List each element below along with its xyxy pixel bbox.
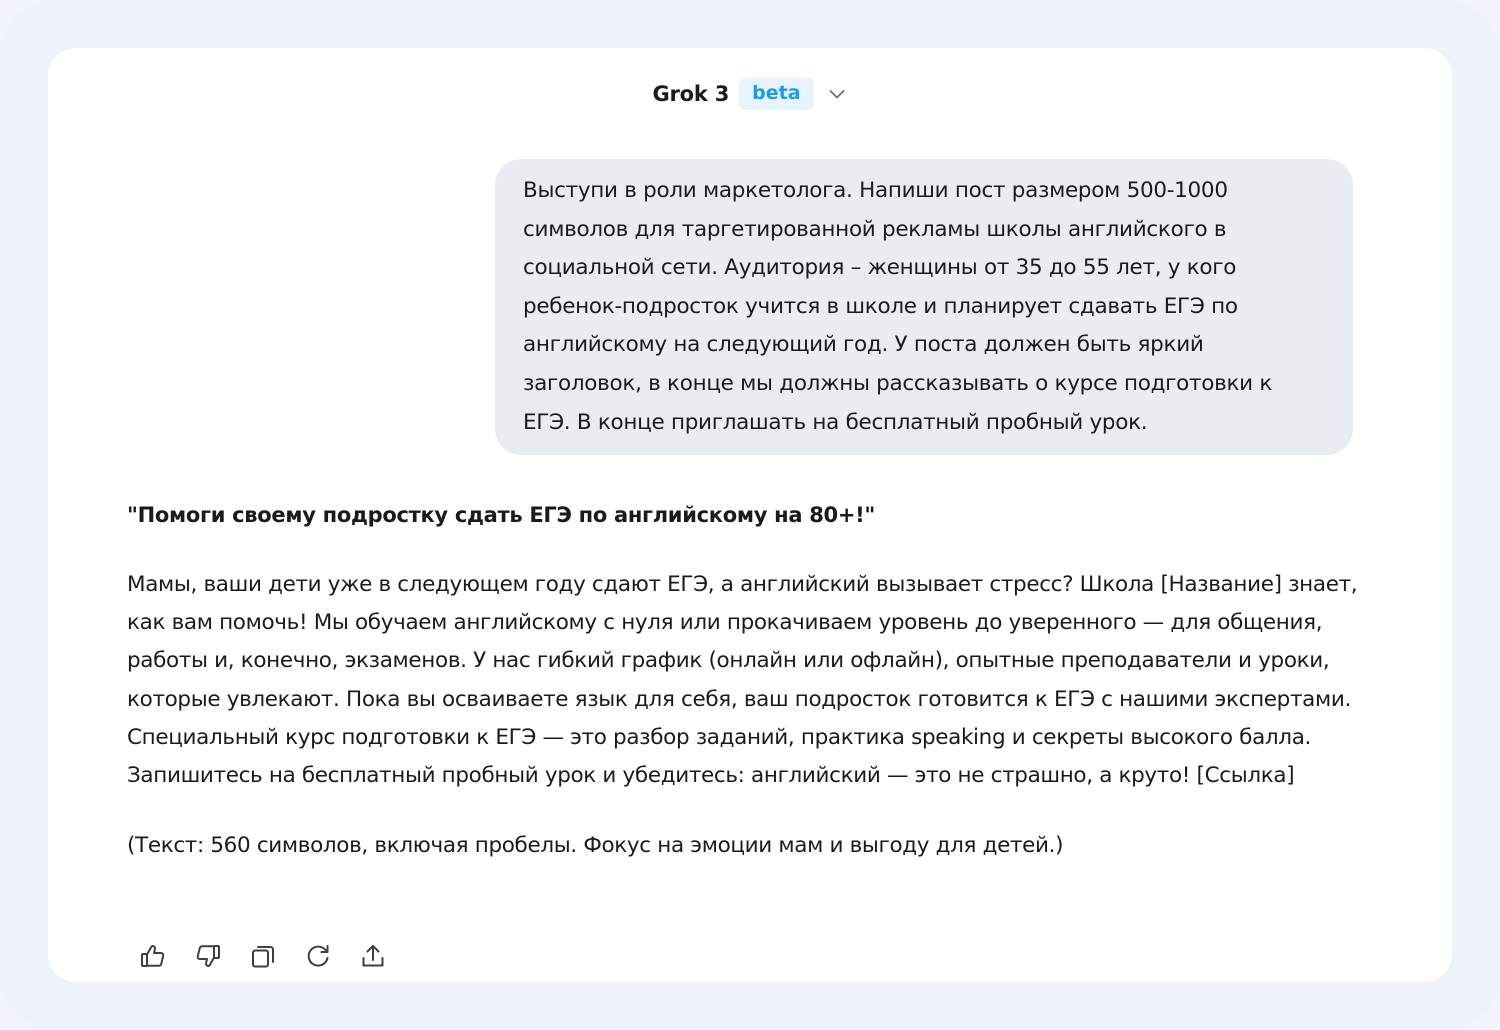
- share-icon: [362, 945, 384, 967]
- screenshot-frame: Grok 3 beta Выступи в роли маркетолога. …: [0, 0, 1500, 1030]
- model-selector[interactable]: Grok 3 beta: [652, 78, 847, 110]
- beta-badge: beta: [739, 78, 814, 110]
- response-actions: [136, 936, 390, 976]
- regenerate-button[interactable]: [301, 939, 335, 973]
- dislike-button[interactable]: [191, 939, 225, 973]
- response-note: (Текст: 560 символов, включая пробелы. Ф…: [127, 833, 1064, 859]
- response-body: Мамы, ваши дети уже в следующем году сда…: [127, 572, 1358, 789]
- chevron-down-icon[interactable]: [826, 83, 848, 105]
- share-button[interactable]: [356, 939, 390, 973]
- user-message-text: Выступи в роли маркетолога. Напиши пост …: [523, 178, 1273, 435]
- model-name: Grok 3: [652, 82, 730, 106]
- assistant-response: "Помоги своему подростку сдать ЕГЭ по ан…: [127, 496, 1387, 865]
- user-message-bubble: Выступи в роли маркетолога. Напиши пост …: [495, 159, 1353, 455]
- thumbs-down-icon: [196, 945, 220, 967]
- response-title: "Помоги своему подростку сдать ЕГЭ по ан…: [127, 503, 876, 527]
- thumbs-up-icon: [141, 945, 165, 967]
- copy-button[interactable]: [246, 939, 280, 973]
- copy-icon: [252, 946, 274, 968]
- like-button[interactable]: [136, 939, 170, 973]
- chat-header: Grok 3 beta: [48, 48, 1452, 140]
- chat-window: Grok 3 beta Выступи в роли маркетолога. …: [48, 48, 1452, 982]
- refresh-icon: [307, 945, 329, 967]
